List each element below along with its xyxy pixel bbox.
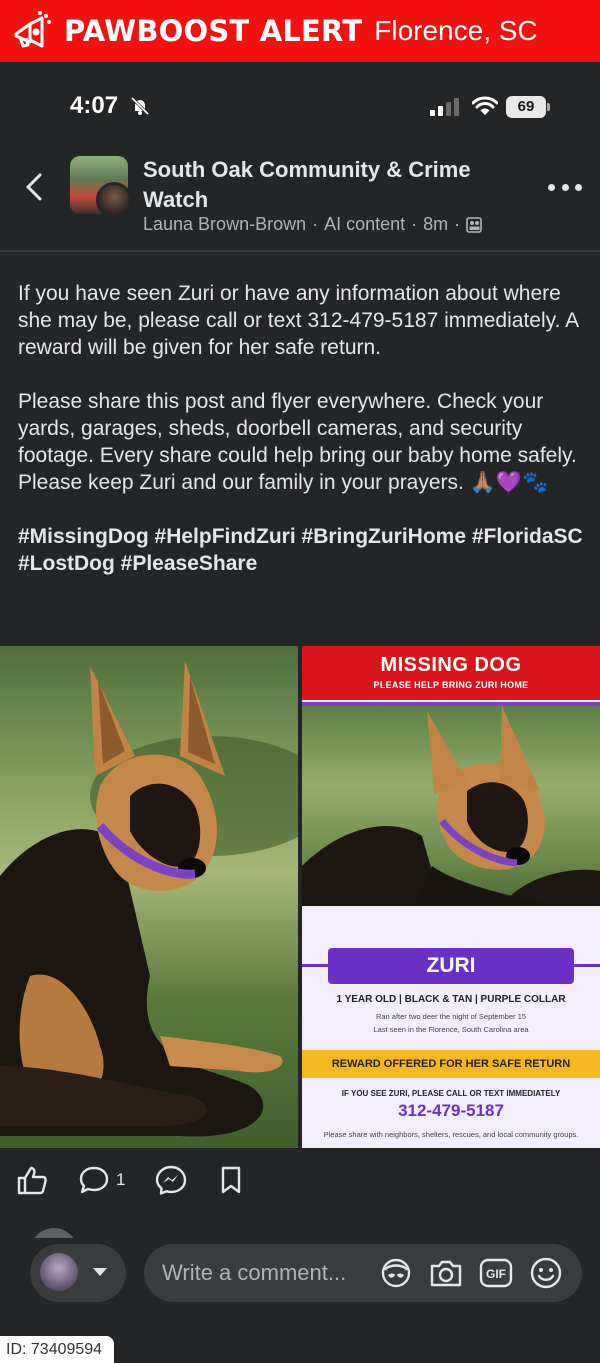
- dog-illustration: [0, 661, 298, 1137]
- back-arrow-icon[interactable]: [22, 172, 48, 202]
- bookmark-icon: [222, 1166, 241, 1194]
- flyer-ran-note: Ran after two deer the night of Septembe…: [375, 1012, 527, 1021]
- thumbs-up-icon: [17, 1166, 47, 1195]
- camera-icon[interactable]: [428, 1256, 464, 1290]
- post-paragraph-1: If you have seen Zuri or have any inform…: [18, 282, 578, 359]
- header-divider: [0, 250, 600, 252]
- megaphone-paw-icon: [14, 11, 51, 48]
- post-body: If you have seen Zuri or have any inform…: [18, 280, 588, 604]
- flyer-dog-illustration: [302, 706, 600, 906]
- more-options-icon[interactable]: [548, 180, 582, 194]
- missing-dog-flyer[interactable]: MISSING DOG PLEASE HELP BRING ZURI HOME …: [302, 646, 600, 1148]
- messenger-share-button[interactable]: [155, 1165, 187, 1195]
- user-avatar: [40, 1253, 78, 1291]
- bell-muted-icon: [130, 96, 150, 116]
- composer-icons: GIF: [378, 1256, 564, 1290]
- pawboost-banner: PAWBOOST ALERT Florence, SC: [0, 0, 600, 62]
- audience-group-icon: [466, 216, 482, 233]
- like-button[interactable]: [16, 1165, 48, 1195]
- ai-content-label[interactable]: AI content: [324, 214, 405, 235]
- flyer-footer: Please share with neighbors, shelters, r…: [323, 1130, 579, 1139]
- messenger-icon: [156, 1165, 187, 1195]
- post-actions: 1: [16, 1162, 275, 1198]
- flyer-last-seen: Last seen in the Florence, South Carolin…: [373, 1025, 529, 1034]
- banner-location: Florence, SC: [374, 15, 538, 46]
- meta-separator: ·: [454, 214, 461, 234]
- post-meta: Launa Brown-Brown · AI content · 8m ·: [143, 214, 482, 235]
- flyer-dog-name: ZURI: [328, 948, 574, 984]
- comment-button[interactable]: 1: [78, 1165, 125, 1195]
- banner-brand: PAWBOOST ALERT: [64, 14, 363, 48]
- comment-count: 1: [116, 1170, 126, 1189]
- group-name[interactable]: South Oak Community & Crime Watch: [143, 155, 503, 215]
- flyer-call-note: IF YOU SEE ZURI, PLEASE CALL OR TEXT IMM…: [341, 1089, 561, 1098]
- comment-placeholder: Write a comment...: [162, 1260, 347, 1285]
- status-time: 4:07: [70, 92, 119, 119]
- flyer-phone: 312-479-5187: [398, 1101, 504, 1120]
- alert-id-label: ID: 73409594: [0, 1336, 114, 1363]
- meta-separator: ·: [411, 214, 418, 234]
- avatar-sticker-icon[interactable]: [378, 1256, 414, 1290]
- comment-bubble-icon: [79, 1166, 109, 1194]
- author-name[interactable]: Launa Brown-Brown: [143, 214, 306, 235]
- post-paragraph-2: Please share this post and flyer everywh…: [18, 390, 577, 494]
- dog-photo[interactable]: [0, 646, 298, 1148]
- flyer-reward: REWARD OFFERED FOR HER SAFE RETURN: [302, 1050, 600, 1078]
- emoji-icon[interactable]: [528, 1256, 564, 1290]
- phone-status-bar: 4:07 69: [0, 92, 600, 124]
- gif-icon[interactable]: GIF: [478, 1256, 514, 1290]
- flyer-details: 1 YEAR OLD | BLACK & TAN | PURPLE COLLAR: [336, 994, 566, 1005]
- post-hashtags[interactable]: #MissingDog #HelpFindZuri #BringZuriHome…: [18, 523, 588, 577]
- svg-text:GIF: GIF: [486, 1267, 506, 1281]
- flyer-header: MISSING DOG PLEASE HELP BRING ZURI HOME: [302, 646, 600, 700]
- caret-down-icon: [93, 1268, 107, 1276]
- flyer-title: MISSING DOG: [380, 654, 522, 676]
- signal-icon: [430, 98, 459, 116]
- wifi-icon: [472, 96, 498, 115]
- flyer-dog-photo: [302, 706, 600, 906]
- flyer-subtitle: PLEASE HELP BRING ZURI HOME: [373, 680, 529, 690]
- battery-indicator: 69: [506, 96, 550, 118]
- meta-separator: ·: [312, 214, 319, 234]
- post-age: 8m: [423, 214, 449, 234]
- account-switcher[interactable]: [30, 1244, 126, 1302]
- save-button[interactable]: [217, 1165, 245, 1195]
- author-avatar[interactable]: [96, 182, 132, 218]
- comment-input[interactable]: Write a comment... GIF: [144, 1244, 582, 1302]
